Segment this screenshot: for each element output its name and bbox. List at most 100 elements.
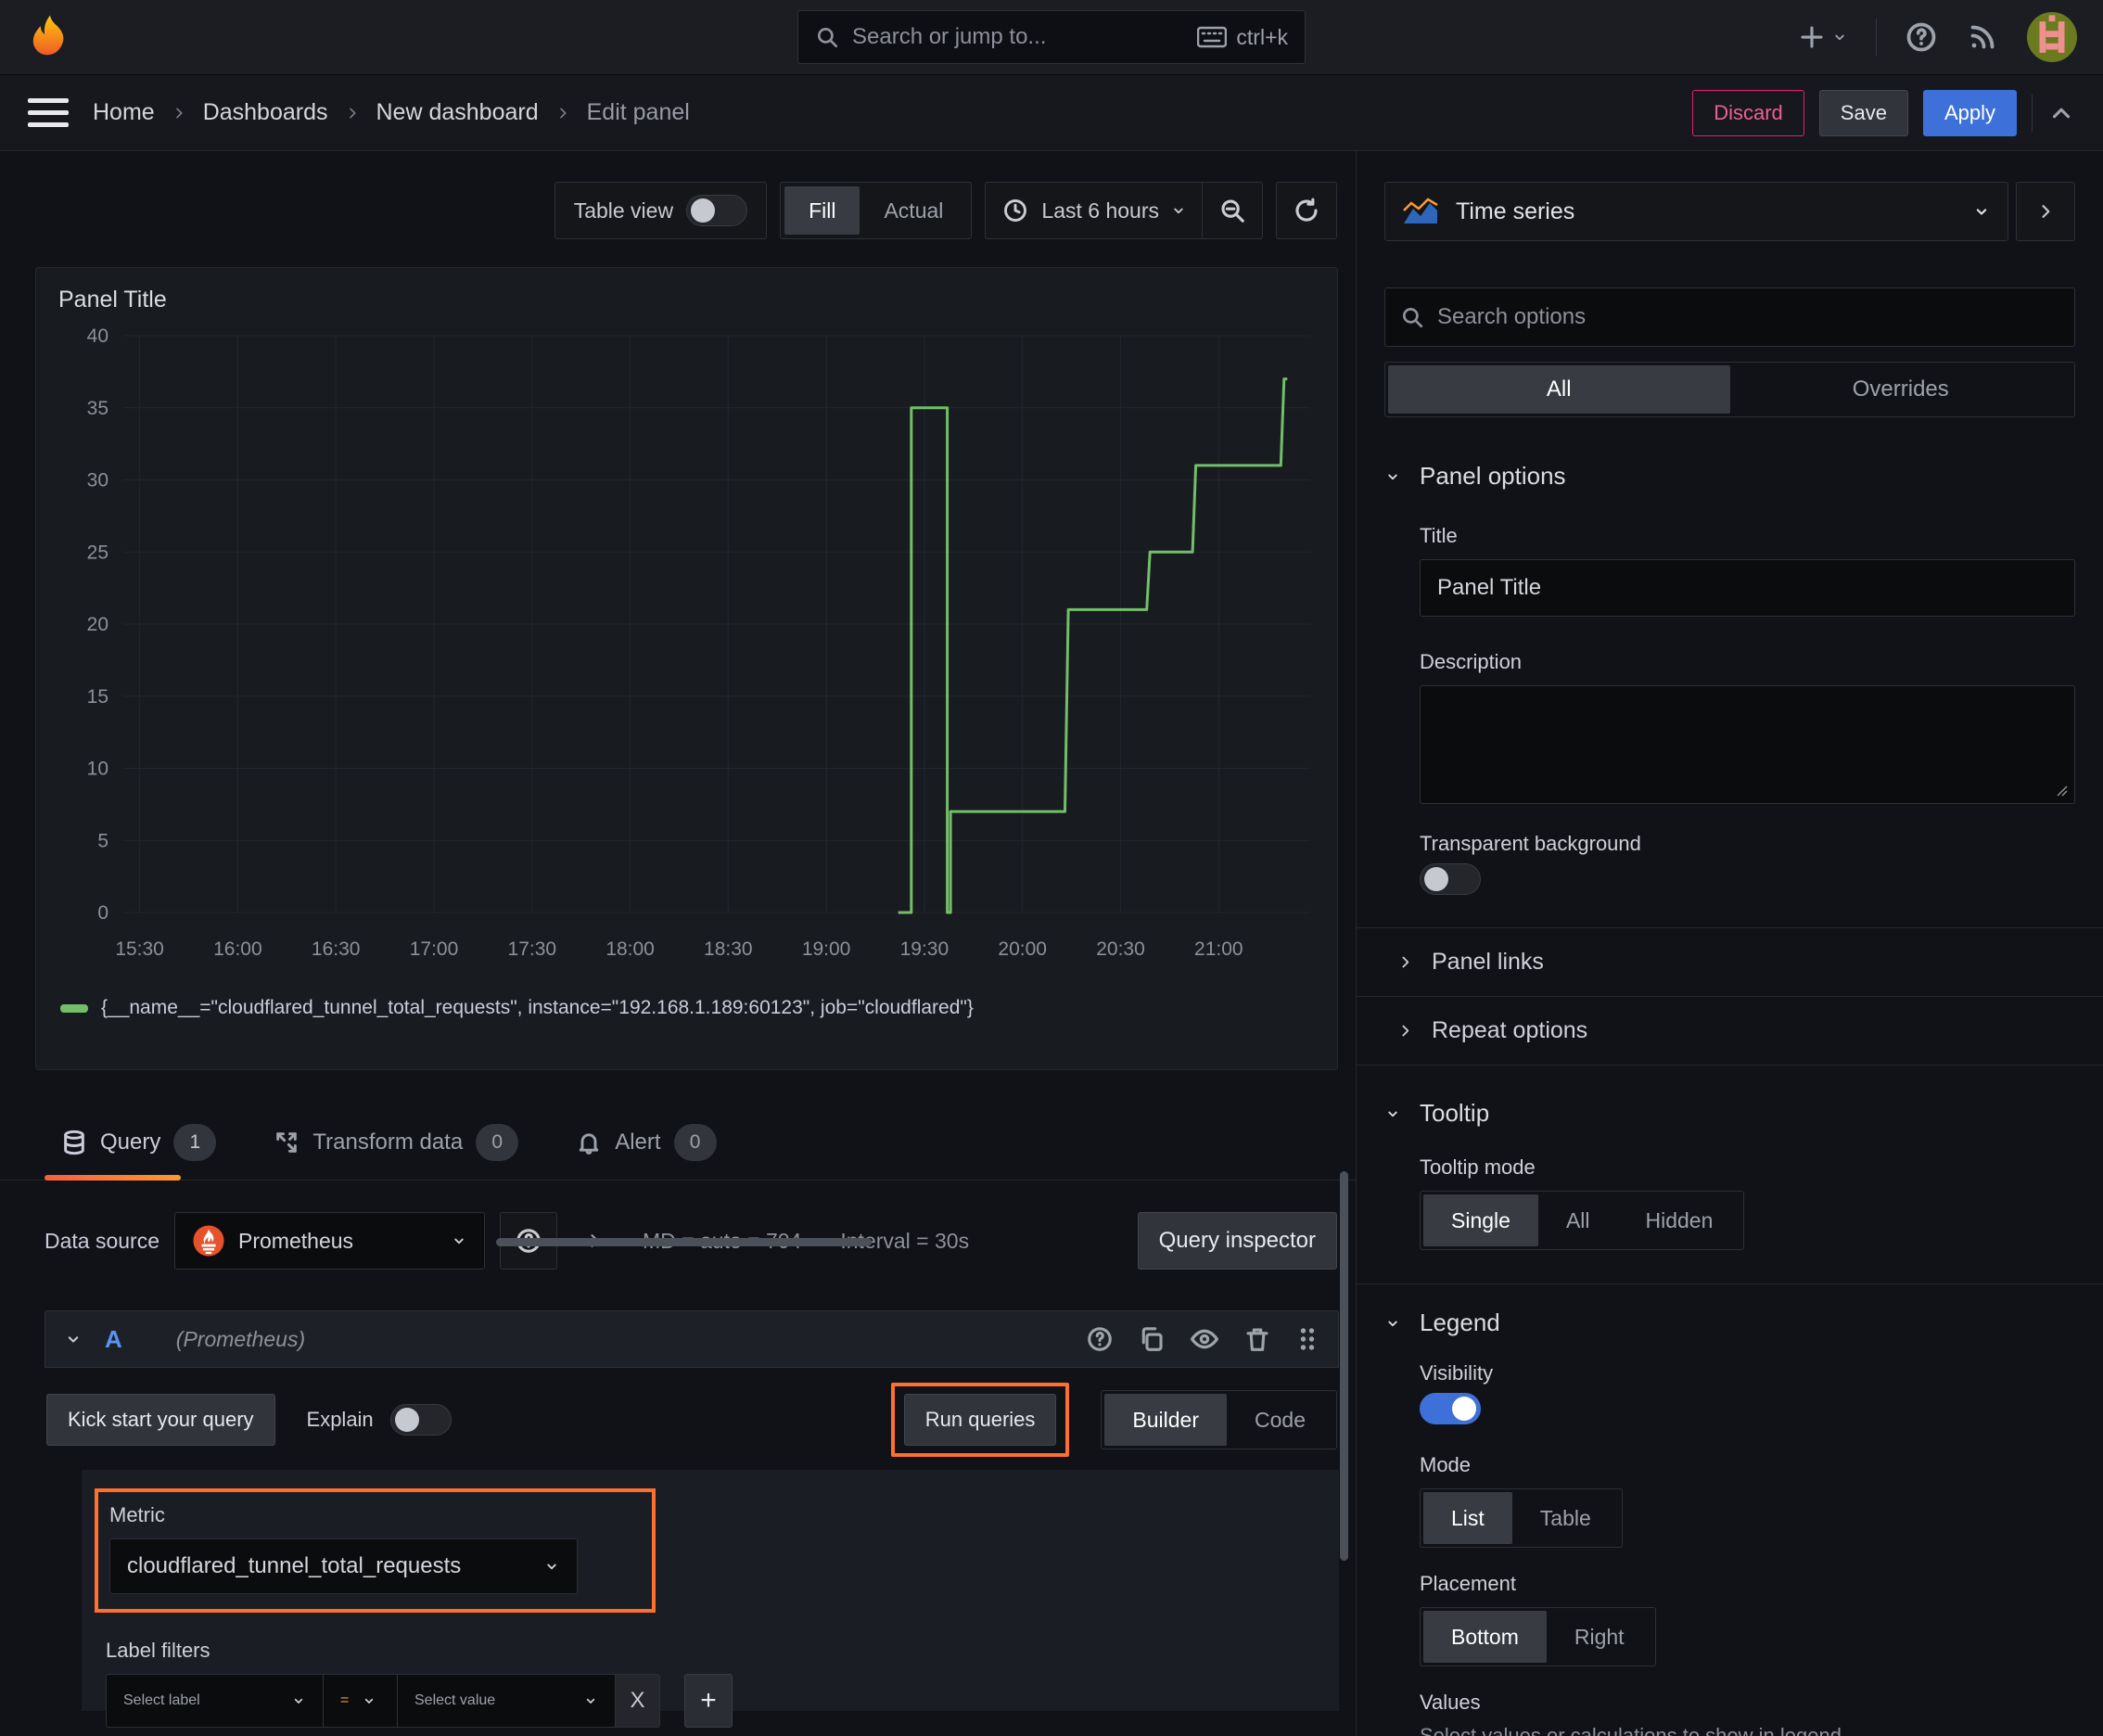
tooltip-all-option[interactable]: All [1538,1194,1618,1246]
code-option[interactable]: Code [1227,1394,1333,1446]
resize-handle-icon[interactable] [2054,783,2069,798]
avatar[interactable] [2027,12,2077,62]
operator-value: = [340,1692,350,1708]
panel-options-section[interactable]: Panel options [1384,462,2075,491]
metric-label: Metric [109,1503,165,1526]
values-help-text: Select values or calculations to show in… [1420,1724,1842,1736]
legend-series-label[interactable]: {__name__="cloudflared_tunnel_total_requ… [101,997,974,1019]
select-value-placeholder: Select value [414,1692,496,1708]
panel-title-input[interactable] [1420,559,2075,617]
time-range-label[interactable]: Last 6 hours [1034,198,1166,223]
svg-text:18:30: 18:30 [704,938,753,960]
chevron-down-icon [68,1336,79,1343]
select-value-dropdown[interactable]: Select value [398,1674,616,1728]
select-label-dropdown[interactable]: Select label [106,1674,324,1728]
breadcrumb-home[interactable]: Home [93,99,155,126]
svg-text:15: 15 [87,686,108,708]
svg-text:30: 30 [87,470,108,491]
svg-text:0: 0 [97,902,108,924]
options-search-input[interactable]: Search options [1384,287,2075,347]
toggle-visibility-icon[interactable] [1190,1324,1219,1354]
description-textarea[interactable] [1420,685,2075,804]
tab-query[interactable]: Query 1 [45,1109,233,1181]
help-icon[interactable] [1905,20,1938,54]
tab-transform-data[interactable]: Transform data 0 [257,1109,535,1180]
legend-visibility-toggle[interactable] [1420,1393,1481,1424]
query-help-icon[interactable] [1086,1325,1114,1353]
legend-section[interactable]: Legend [1384,1308,2075,1337]
add-filter-button[interactable]: + [684,1674,733,1728]
transform-count-badge: 0 [476,1124,519,1161]
rss-icon[interactable] [1966,20,1999,54]
description-label: Description [1420,650,1523,673]
remove-filter-button[interactable]: X [616,1674,660,1728]
refresh-button[interactable] [1276,182,1337,239]
legend-list-option[interactable]: List [1423,1492,1512,1544]
builder-option[interactable]: Builder [1104,1394,1228,1446]
tab-alert[interactable]: Alert 0 [559,1109,733,1180]
tooltip-section[interactable]: Tooltip [1384,1099,2075,1128]
fill-option[interactable]: Fill [784,186,860,235]
placement-right-option[interactable]: Right [1547,1611,1652,1663]
explain-toggle[interactable] [389,1404,452,1436]
query-toolbar-row: Kick start your query Explain Run querie… [46,1383,1339,1457]
zoom-out-icon[interactable] [1203,183,1262,238]
datasource-select[interactable]: Prometheus [174,1212,486,1270]
grafana-logo[interactable] [26,13,74,61]
query-inspector-button[interactable]: Query inspector [1137,1212,1337,1270]
time-series-chart[interactable]: 15:30 16:00 16:30 17:00 17:30 18:00 18:30 19:00… [51,319,1321,991]
visualization-select[interactable]: Time series [1384,182,2008,241]
query-section-tabs: Query 1 Transform data 0 Alert 0 [0,1109,1356,1181]
run-queries-button[interactable]: Run queries [903,1394,1057,1446]
vertical-scrollbar[interactable] [1340,1171,1348,1561]
legend-table-option[interactable]: Table [1512,1492,1619,1544]
save-button[interactable]: Save [1818,89,1908,136]
legend-mode-switch: List Table [1420,1488,1623,1548]
toggle-options-pane-button[interactable] [2016,182,2075,241]
tooltip-mode-switch: Single All Hidden [1420,1191,1745,1250]
drag-handle-icon[interactable] [1295,1325,1319,1353]
query-ref-id: A [105,1324,122,1353]
duplicate-query-icon[interactable] [1138,1325,1166,1353]
horizontal-scrollbar[interactable] [496,1238,872,1246]
breadcrumb-new-dashboard[interactable]: New dashboard [376,99,539,126]
placement-bottom-option[interactable]: Bottom [1423,1611,1547,1663]
discard-button[interactable]: Discard [1692,89,1804,136]
panel-links-section[interactable]: Panel links [1384,928,2075,996]
query-header-row[interactable]: A (Prometheus) [45,1310,1339,1368]
svg-text:15:30: 15:30 [115,938,164,960]
panel-links-heading: Panel links [1432,949,1544,975]
menu-icon[interactable] [28,98,69,127]
datasource-label: Data source [45,1228,160,1253]
alert-count-badge: 0 [673,1124,717,1161]
actual-option[interactable]: Actual [860,186,967,235]
prometheus-icon [192,1224,225,1257]
breadcrumb-dashboards[interactable]: Dashboards [203,99,328,126]
tooltip-single-option[interactable]: Single [1423,1194,1538,1246]
add-new-button[interactable] [1798,23,1848,51]
tooltip-hidden-option[interactable]: Hidden [1618,1194,1741,1246]
kick-start-query-button[interactable]: Kick start your query [46,1394,275,1446]
global-search-input[interactable]: Search or jump to... ctrl+k [797,10,1306,64]
label-filters-label: Label filters [106,1639,210,1662]
apply-button[interactable]: Apply [1922,89,2017,136]
tab-all[interactable]: All [1388,365,1730,414]
table-view-toggle[interactable] [686,195,748,226]
options-search-placeholder: Search options [1437,304,1587,329]
collapse-header-button[interactable] [2047,99,2075,127]
chevron-right-icon [349,108,355,118]
metric-select[interactable]: cloudflared_tunnel_total_requests [109,1538,578,1594]
breadcrumb: Home Dashboards New dashboard Edit panel [93,99,690,126]
operator-dropdown[interactable]: = [324,1674,398,1728]
query-count-badge: 1 [173,1124,217,1161]
chevron-right-icon [175,108,183,118]
repeat-options-section[interactable]: Repeat options [1384,997,2075,1065]
svg-text:21:00: 21:00 [1194,938,1243,960]
legend-mode-label: Mode [1420,1453,1472,1476]
svg-text:19:00: 19:00 [802,938,851,960]
svg-text:20:00: 20:00 [998,938,1047,960]
transparent-background-toggle[interactable] [1420,863,1481,895]
delete-query-icon[interactable] [1243,1325,1271,1353]
svg-text:25: 25 [87,542,108,563]
tab-overrides[interactable]: Overrides [1730,365,2072,414]
